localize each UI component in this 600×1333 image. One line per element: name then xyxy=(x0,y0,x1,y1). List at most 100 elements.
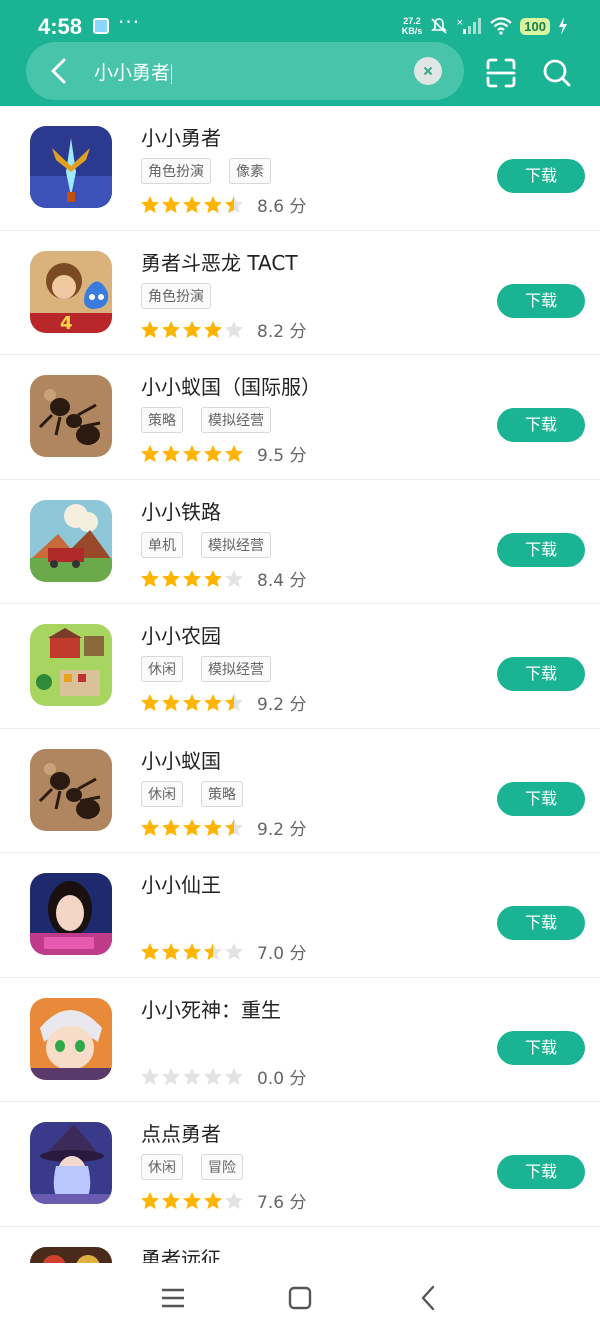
app-tags: 休闲 策略 xyxy=(141,780,243,807)
app-name: 点点勇者 xyxy=(141,1122,221,1146)
app-list-item[interactable]: 点点勇者 休闲 冒险 7.6 分 下载 xyxy=(0,1102,600,1227)
ant-icon[interactable] xyxy=(30,748,112,831)
app-tag: 冒险 xyxy=(201,1154,243,1180)
star-empty-icon xyxy=(162,1067,180,1085)
app-list-item[interactable]: 小小农园 休闲 模拟经营 9.2 分 下载 xyxy=(0,604,600,729)
app-tag: 模拟经营 xyxy=(201,407,271,433)
expedition-icon[interactable] xyxy=(30,1246,112,1263)
app-rating: 9.2 分 xyxy=(140,690,306,715)
network-speed: 27.2 KB/s xyxy=(402,16,423,36)
app-tag: 策略 xyxy=(141,407,183,433)
app-score: 8.6 分 xyxy=(257,197,307,217)
network-speed-value: 27.2 xyxy=(403,16,421,26)
scan-icon[interactable] xyxy=(484,56,518,90)
app-list-item[interactable]: 小小蚁国（国际服） 策略 模拟经营 9.5 分 下载 xyxy=(0,355,600,480)
dragon-quest-icon[interactable]: 4 xyxy=(30,250,112,333)
star-empty-icon xyxy=(183,1067,201,1085)
star-empty-icon xyxy=(225,943,243,960)
sword-game-icon[interactable] xyxy=(30,126,112,208)
download-button[interactable]: 下载 xyxy=(497,781,585,816)
app-name: 小小勇者 xyxy=(141,126,221,150)
app-list-item[interactable]: 小小铁路单机 模拟经营 8.4 分 下载 xyxy=(0,480,600,604)
download-button[interactable]: 下载 xyxy=(497,408,585,442)
star-filled-icon xyxy=(204,445,222,462)
app-score: 9.2 分 xyxy=(257,819,307,840)
search-input[interactable]: 小小勇者 xyxy=(94,58,173,85)
wifi-icon xyxy=(490,17,513,35)
menu-icon[interactable] xyxy=(158,1283,188,1313)
ant-icon[interactable] xyxy=(30,375,112,457)
app-tag: 模拟经营 xyxy=(201,531,271,558)
app-rating: 9.2 分 xyxy=(140,815,306,840)
app-rating: 8.6 分 xyxy=(140,192,306,217)
status-bar: 4:58 ··· 27.2 KB/s × 100 xyxy=(0,0,600,40)
star-empty-icon xyxy=(204,1067,222,1085)
reaper-icon[interactable] xyxy=(30,997,112,1080)
star-filled-icon xyxy=(183,320,201,338)
download-button[interactable]: 下载 xyxy=(497,1030,585,1065)
star-filled-icon xyxy=(162,196,180,213)
app-list-item[interactable]: 小小死神：重生 0.0 分 下载 xyxy=(0,978,600,1102)
star-filled-icon xyxy=(183,1192,201,1209)
app-rating: 0.0 分 xyxy=(140,1064,306,1089)
app-score: 0.0 分 xyxy=(257,1068,307,1089)
battery-level: 100 xyxy=(520,17,550,35)
app-tag: 角色扮演 xyxy=(141,282,211,309)
app-score: 9.5 分 xyxy=(257,446,307,466)
star-empty-icon xyxy=(225,569,243,587)
star-filled-icon xyxy=(162,694,180,711)
app-name: 小小铁路 xyxy=(141,499,221,524)
app-tags: 休闲 冒险 xyxy=(141,1154,243,1180)
app-list-item[interactable]: 小小仙王 7.0 分 下载 xyxy=(0,853,600,978)
star-filled-icon xyxy=(183,569,201,587)
star-filled-icon xyxy=(225,445,243,462)
app-tag: 休闲 xyxy=(141,656,183,682)
app-list-item[interactable]: 勇者远征 xyxy=(0,1227,600,1263)
app-tag: 单机 xyxy=(141,531,183,558)
star-filled-icon xyxy=(162,943,180,960)
app-tags: 策略 模拟经营 xyxy=(141,407,271,433)
app-score: 8.4 分 xyxy=(257,570,307,591)
app-name: 小小死神：重生 xyxy=(141,997,281,1022)
app-list-item[interactable]: 小小勇者 角色扮演 像素 8.6 分 下载 xyxy=(0,106,600,231)
app-list-item[interactable]: 4 勇者斗恶龙 TACT 角色扮演 8.2 分 下载 xyxy=(0,231,600,355)
app-score: 7.0 分 xyxy=(257,944,307,964)
app-score: 8.2 分 xyxy=(257,321,307,342)
star-half-icon xyxy=(225,694,243,711)
download-button[interactable]: 下载 xyxy=(497,159,585,193)
home-icon[interactable] xyxy=(285,1283,315,1313)
witch-icon[interactable] xyxy=(30,1122,112,1204)
network-speed-unit: KB/s xyxy=(401,26,423,36)
download-button[interactable]: 下载 xyxy=(497,657,585,691)
download-button[interactable]: 下载 xyxy=(497,906,585,940)
star-filled-icon xyxy=(141,943,159,960)
app-tag: 像素 xyxy=(229,158,271,184)
fairy-king-icon[interactable] xyxy=(30,873,112,955)
star-filled-icon xyxy=(204,1192,222,1209)
download-button[interactable]: 下载 xyxy=(497,283,585,318)
star-filled-icon xyxy=(183,943,201,960)
app-list-item[interactable]: 小小蚁国 休闲 策略 9.2 分 下载 xyxy=(0,729,600,853)
back-icon[interactable] xyxy=(414,1283,444,1313)
star-filled-icon xyxy=(183,196,201,213)
star-filled-icon xyxy=(162,569,180,587)
clear-search-button[interactable] xyxy=(414,57,442,85)
star-filled-icon xyxy=(183,694,201,711)
star-half-icon xyxy=(204,943,222,960)
app-tags: 单机 模拟经营 xyxy=(141,531,271,558)
search-bar: 小小勇者 xyxy=(26,42,464,100)
star-empty-icon xyxy=(225,320,243,338)
app-rating: 8.2 分 xyxy=(140,317,306,342)
star-filled-icon xyxy=(162,445,180,462)
farm-icon[interactable] xyxy=(30,624,112,706)
star-filled-icon xyxy=(183,818,201,836)
status-time: 4:58 xyxy=(38,14,83,39)
search-results-list: 小小勇者 角色扮演 像素 8.6 分下载 4 勇者斗恶龙 TACT 角色扮演 8.2 分下载小… xyxy=(0,106,600,1263)
star-filled-icon xyxy=(204,196,222,213)
download-button[interactable]: 下载 xyxy=(497,1155,585,1189)
wallet-notification-icon xyxy=(93,18,109,34)
back-arrow-icon[interactable] xyxy=(44,55,74,87)
train-icon[interactable] xyxy=(30,499,112,582)
search-icon[interactable] xyxy=(540,56,574,90)
download-button[interactable]: 下载 xyxy=(497,532,585,567)
